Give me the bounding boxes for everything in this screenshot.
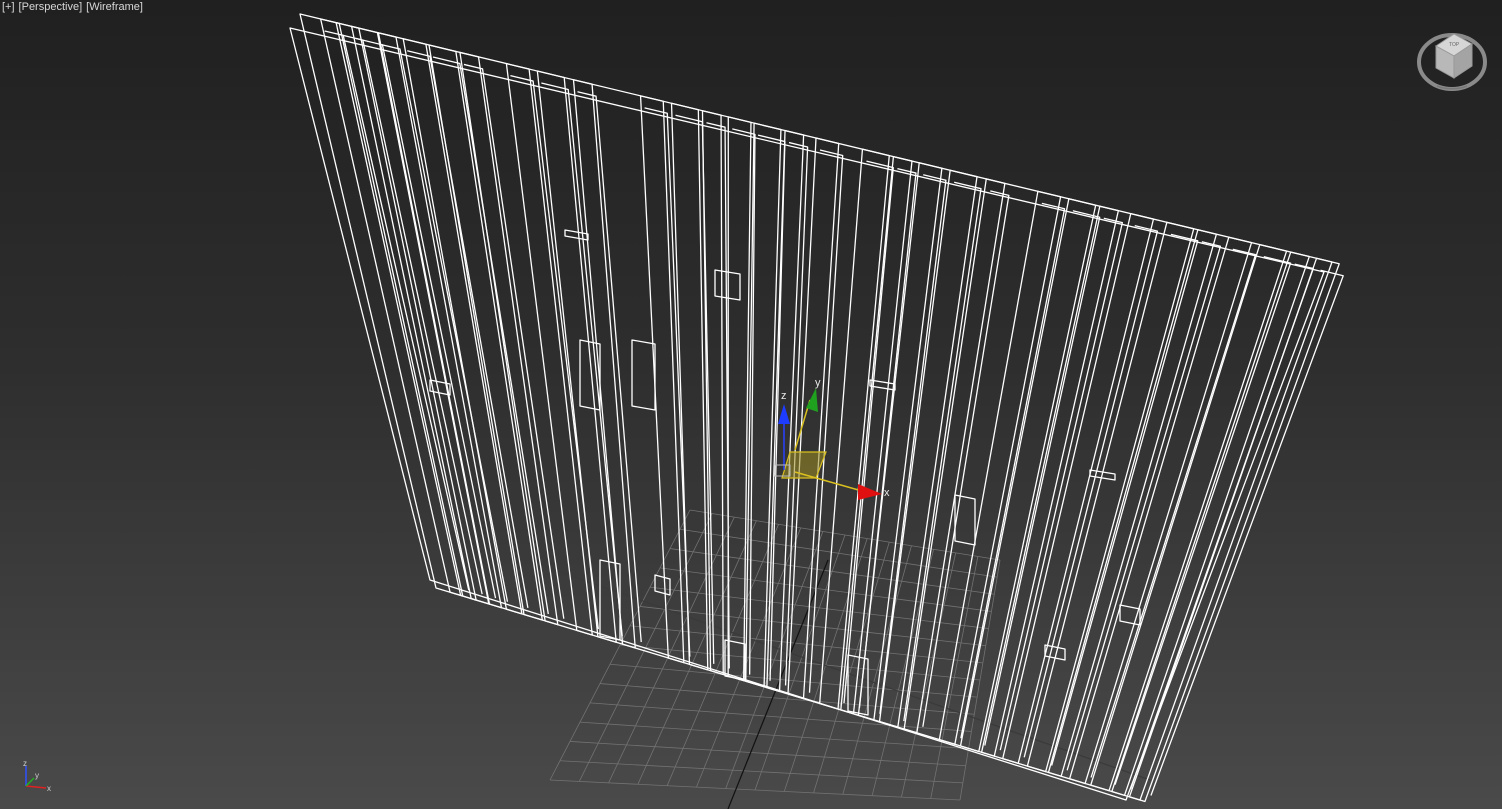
wall-slat-edge bbox=[922, 190, 1010, 727]
gizmo-y-arrow[interactable] bbox=[806, 388, 818, 412]
grid-line bbox=[569, 741, 966, 767]
wall-notch bbox=[847, 654, 869, 716]
wall-slat bbox=[572, 79, 636, 649]
wall-slat-edge bbox=[510, 74, 599, 630]
wall-slat bbox=[819, 148, 890, 710]
wall-notch bbox=[654, 574, 671, 596]
wall-slat bbox=[376, 31, 503, 609]
wall-slat-edge bbox=[808, 149, 844, 693]
wall-slat bbox=[1047, 229, 1218, 777]
grid-line bbox=[559, 760, 963, 784]
wall-slat bbox=[959, 198, 1097, 753]
wall-slat-edge bbox=[732, 128, 756, 675]
gizmo-x-label: x bbox=[884, 487, 890, 499]
wall-slat-edge bbox=[1129, 263, 1314, 790]
wall-slat bbox=[1128, 257, 1340, 803]
wall-slat bbox=[639, 95, 685, 664]
viewport-labels: [+] [Perspective] [Wireframe] bbox=[2, 1, 147, 13]
wall-notch bbox=[564, 229, 589, 241]
viewport-scene[interactable]: x y z bbox=[0, 0, 1502, 809]
gizmo-z-label: z bbox=[781, 390, 787, 402]
tripod-x-label: x bbox=[47, 784, 51, 793]
wall-slat bbox=[787, 137, 840, 700]
gizmo-y-label: y bbox=[815, 377, 821, 389]
tripod-z-label: z bbox=[23, 759, 27, 768]
wall-slat-edge bbox=[1114, 256, 1292, 785]
wall-slat bbox=[1111, 251, 1310, 796]
wall-slat-edge bbox=[644, 107, 691, 657]
wall-slat-edge bbox=[757, 134, 786, 681]
wall-notch bbox=[631, 339, 656, 411]
gizmo-z-arrow[interactable] bbox=[778, 404, 790, 424]
grid-line bbox=[579, 721, 969, 749]
grid-line bbox=[589, 702, 972, 732]
wall-slat-edge bbox=[903, 181, 982, 722]
gizmo-x-axis[interactable] bbox=[794, 471, 863, 492]
wall-slat bbox=[980, 205, 1120, 757]
wall-slat bbox=[1068, 236, 1253, 785]
grid-line bbox=[609, 663, 978, 698]
wall-slat-edge bbox=[1023, 225, 1159, 758]
wall-slat bbox=[1002, 212, 1155, 764]
grid-line bbox=[599, 683, 975, 715]
wall-slat-edge bbox=[784, 141, 809, 686]
wall-slat bbox=[402, 38, 523, 615]
viewport-shading-label[interactable]: [Wireframe] bbox=[86, 1, 143, 13]
grid-line bbox=[549, 779, 961, 801]
wall-slat-edge bbox=[1051, 233, 1199, 766]
tripod-y-label: y bbox=[35, 771, 39, 780]
home-grid bbox=[549, 509, 1001, 801]
viewport-menu-label[interactable]: [+] bbox=[2, 1, 15, 13]
grid-line bbox=[871, 549, 934, 796]
viewcube-icon[interactable]: TOP bbox=[1412, 28, 1492, 98]
wall-slat-edge bbox=[1150, 269, 1344, 796]
grid-line bbox=[930, 556, 979, 799]
wall-notch bbox=[714, 269, 741, 301]
grid-line bbox=[901, 552, 957, 798]
wall-notch bbox=[1044, 644, 1066, 661]
viewcube-face-label: TOP bbox=[1449, 42, 1460, 48]
wall-slat bbox=[1026, 221, 1195, 773]
wall-slat-edge bbox=[1066, 241, 1222, 771]
gizmo-x-arrow[interactable] bbox=[858, 484, 882, 500]
wall-slat bbox=[536, 70, 617, 643]
viewport-view-label[interactable]: [Perspective] bbox=[19, 1, 83, 13]
axis-tripod-icon: z y x bbox=[23, 759, 51, 793]
wall-notch bbox=[954, 494, 976, 546]
wall-slat bbox=[701, 110, 724, 676]
wall-slat bbox=[428, 44, 543, 621]
